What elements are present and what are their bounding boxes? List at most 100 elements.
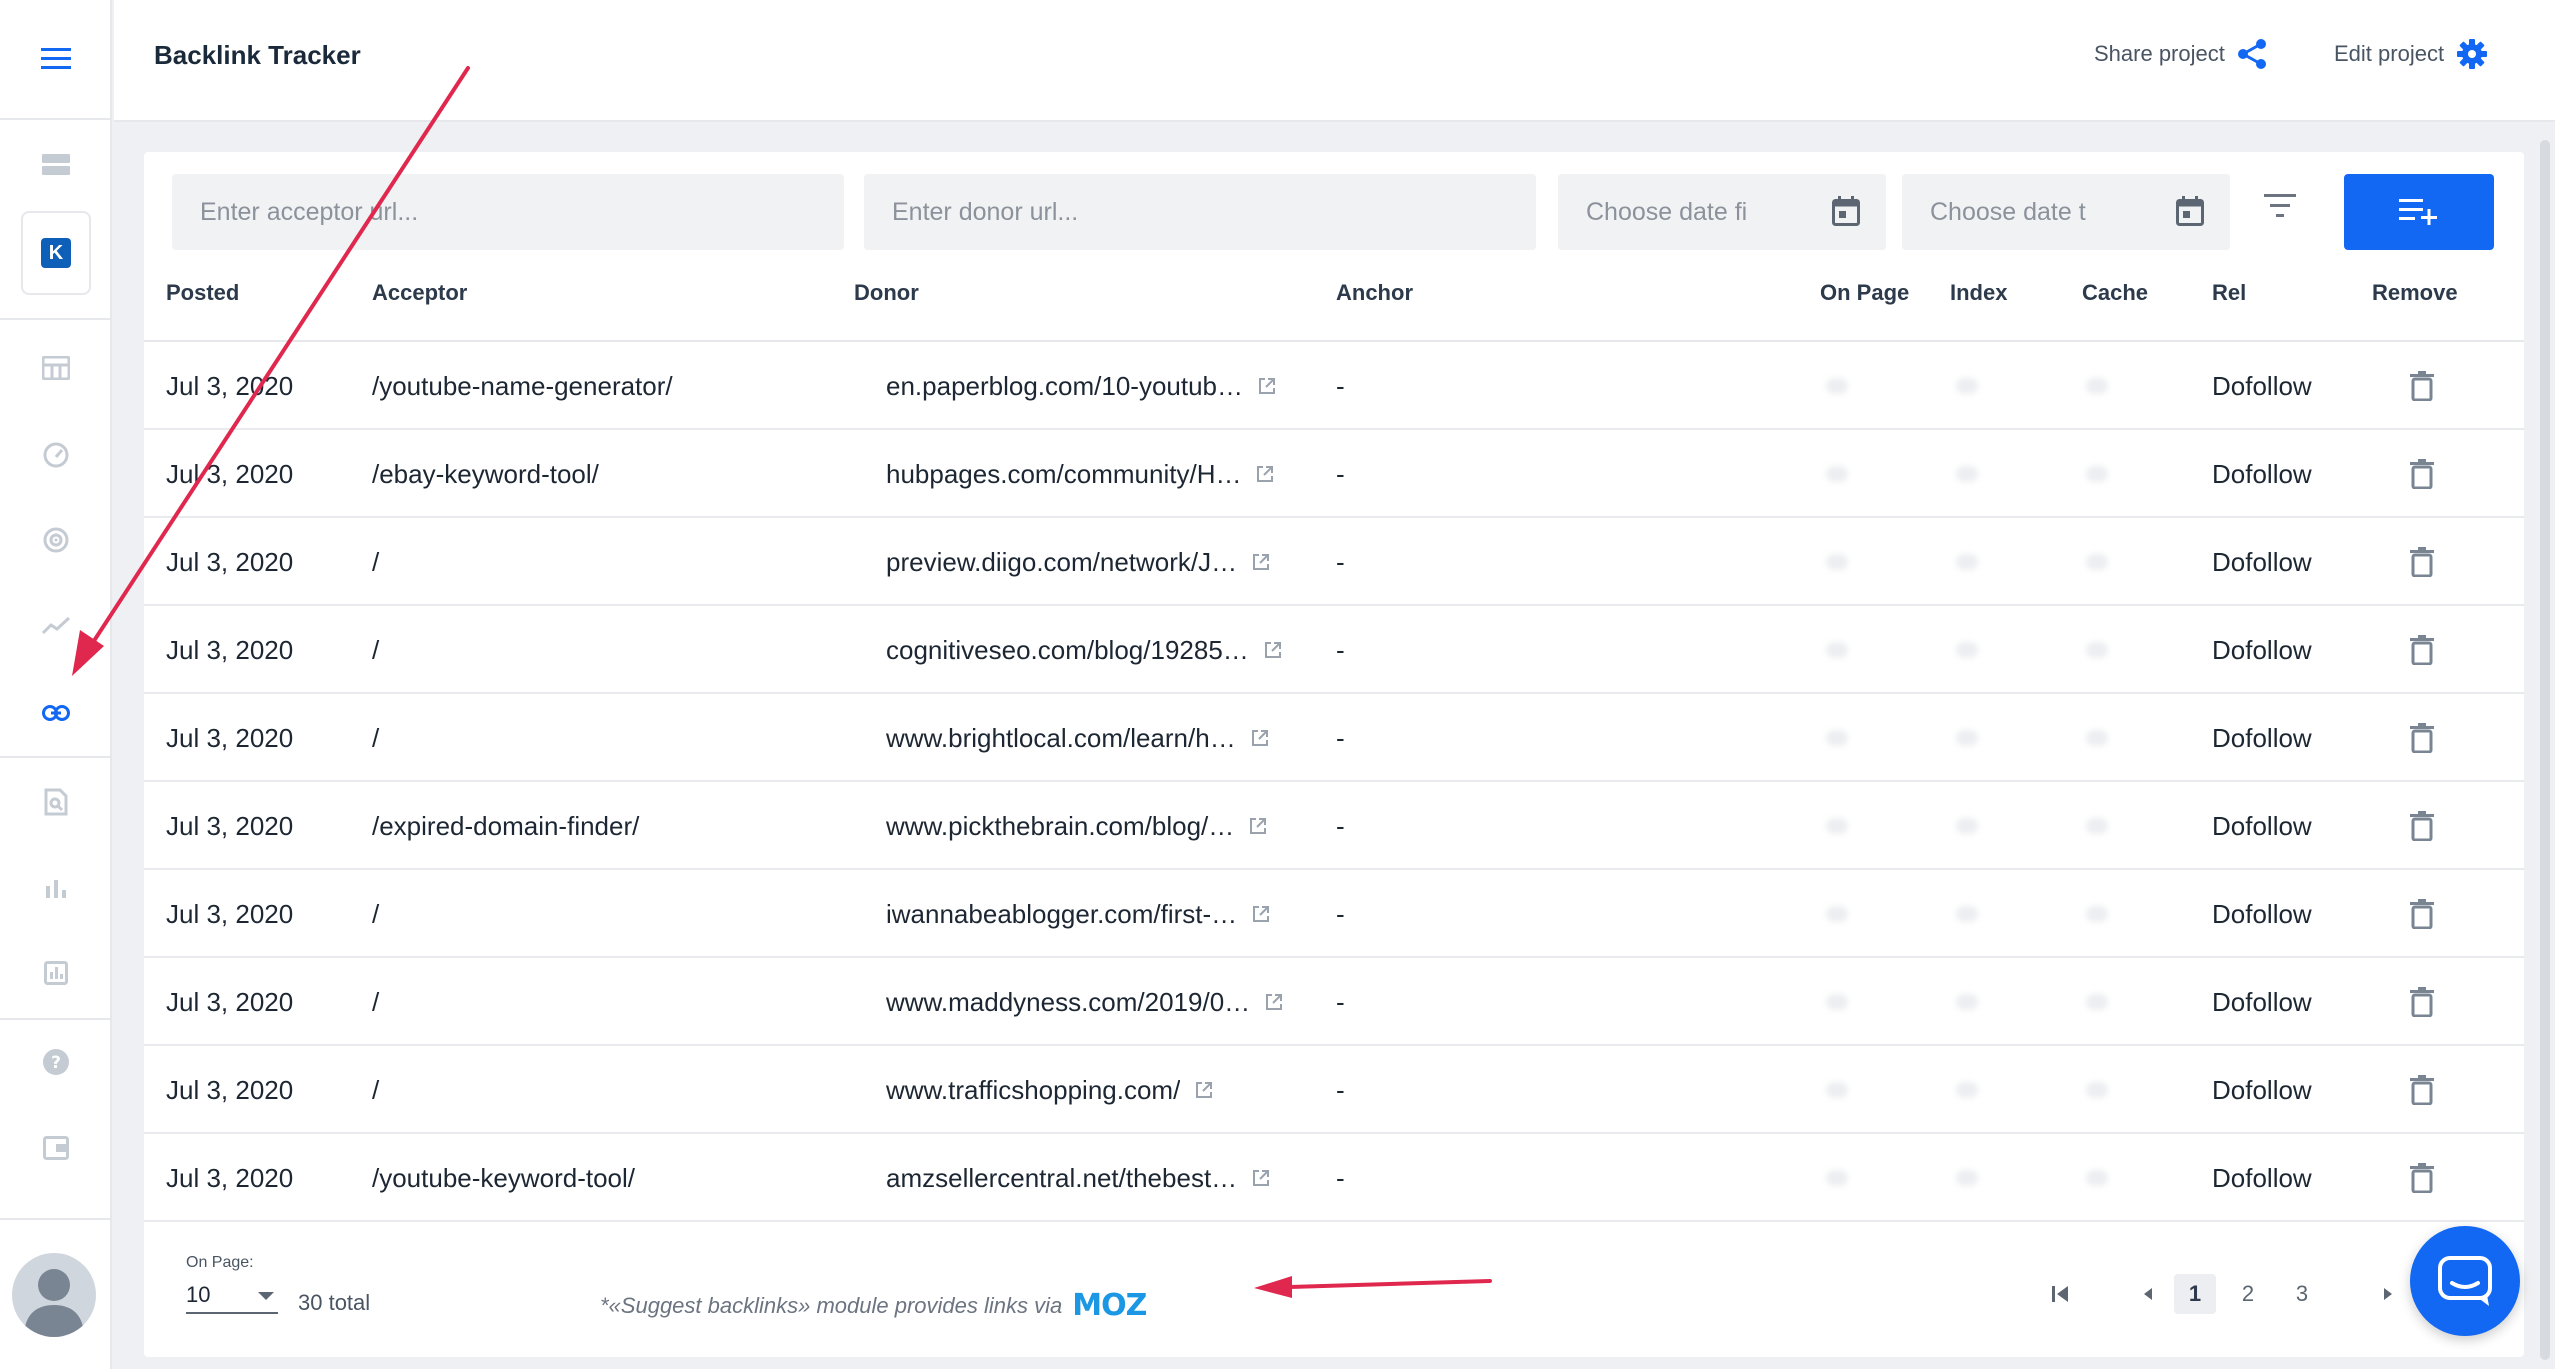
sidebar-item-dashboard[interactable] — [0, 135, 112, 195]
moz-logo[interactable]: MOZ — [1072, 1288, 1147, 1323]
external-link-icon[interactable] — [1248, 816, 1268, 836]
sidebar-item-radar[interactable] — [0, 510, 112, 570]
donor-cell[interactable]: www.pickthebrain.com/blog/… — [886, 782, 1326, 870]
sidebar-item-backlinks[interactable] — [0, 683, 112, 743]
edit-project-button[interactable]: Edit project — [2334, 38, 2488, 70]
share-project-button[interactable]: Share project — [2094, 38, 2267, 70]
column-header-anchor[interactable]: Anchor — [1336, 280, 1413, 306]
remove-button[interactable] — [2392, 430, 2452, 518]
external-link-icon[interactable] — [1264, 992, 1284, 1012]
column-header-cache[interactable]: Cache — [2082, 280, 2148, 306]
column-header-posted[interactable]: Posted — [166, 280, 239, 306]
next-page-button[interactable] — [2368, 1274, 2408, 1314]
avatar[interactable] — [12, 1253, 96, 1337]
anchor-cell: - — [1336, 986, 1345, 1017]
page-scrollbar[interactable] — [2540, 140, 2550, 1360]
column-header-index[interactable]: Index — [1950, 280, 2007, 306]
external-link-icon[interactable] — [1255, 464, 1275, 484]
donor-cell[interactable]: www.maddyness.com/2019/0… — [886, 958, 1326, 1046]
column-header-acceptor[interactable]: Acceptor — [372, 280, 467, 306]
sidebar-item-speed[interactable] — [0, 425, 112, 485]
donor-url[interactable]: www.trafficshopping.com/ — [886, 1075, 1180, 1106]
donor-cell[interactable]: www.trafficshopping.com/ — [886, 1046, 1326, 1134]
donor-cell[interactable]: cognitiveseo.com/blog/19285… — [886, 606, 1326, 694]
remove-button[interactable] — [2392, 1046, 2452, 1134]
sidebar-item-help[interactable]: ? — [0, 1032, 112, 1092]
remove-button[interactable] — [2392, 342, 2452, 430]
donor-url[interactable]: www.pickthebrain.com/blog/… — [886, 811, 1234, 842]
menu-button[interactable] — [0, 0, 112, 120]
external-link-icon[interactable] — [1194, 1080, 1214, 1100]
external-link-icon[interactable] — [1250, 728, 1270, 748]
remove-button[interactable] — [2392, 1134, 2452, 1222]
sidebar-project-switcher[interactable]: K — [0, 208, 112, 298]
add-backlink-button[interactable] — [2344, 174, 2494, 250]
acceptor-cell[interactable]: /youtube-keyword-tool/ — [372, 1134, 812, 1222]
donor-url[interactable]: www.maddyness.com/2019/0… — [886, 987, 1250, 1018]
sidebar-item-table[interactable] — [0, 338, 112, 398]
acceptor-cell[interactable]: /expired-domain-finder/ — [372, 782, 812, 870]
wallet-icon — [43, 1136, 69, 1160]
donor-url[interactable]: amzsellercentral.net/thebest… — [886, 1163, 1237, 1194]
column-header-rel[interactable]: Rel — [2212, 280, 2246, 306]
rel-cell: Dofollow — [2212, 546, 2312, 577]
donor-cell[interactable]: amzsellercentral.net/thebest… — [886, 1134, 1326, 1222]
external-link-icon[interactable] — [1251, 904, 1271, 924]
donor-url[interactable]: iwannabeablogger.com/first-… — [886, 899, 1237, 930]
remove-button[interactable] — [2392, 958, 2452, 1046]
donor-url-input[interactable]: Enter donor url... — [864, 174, 1536, 250]
remove-button[interactable] — [2392, 870, 2452, 958]
acceptor-cell[interactable]: / — [372, 606, 812, 694]
calendar-icon[interactable] — [2176, 196, 2204, 226]
donor-url[interactable]: preview.diigo.com/network/J… — [886, 547, 1237, 578]
column-header-on-page[interactable]: On Page — [1820, 280, 1909, 306]
donor-cell[interactable]: en.paperblog.com/10-youtub… — [886, 342, 1326, 430]
acceptor-cell[interactable]: /youtube-name-generator/ — [372, 342, 812, 430]
acceptor-cell[interactable]: / — [372, 958, 812, 1046]
external-link-icon[interactable] — [1251, 1168, 1271, 1188]
donor-url[interactable]: cognitiveseo.com/blog/19285… — [886, 635, 1249, 666]
donor-cell[interactable]: hubpages.com/community/H… — [886, 430, 1326, 518]
acceptor-cell[interactable]: / — [372, 1046, 812, 1134]
chat-button[interactable] — [2410, 1226, 2520, 1336]
remove-button[interactable] — [2392, 782, 2452, 870]
remove-button[interactable] — [2392, 518, 2452, 606]
first-page-button[interactable] — [2040, 1274, 2080, 1314]
date-from-input[interactable]: Choose date fi — [1558, 174, 1886, 250]
external-link-icon[interactable] — [1257, 376, 1277, 396]
page-button-3[interactable]: 3 — [2282, 1274, 2322, 1314]
date-to-input[interactable]: Choose date t — [1902, 174, 2230, 250]
external-link-icon[interactable] — [1263, 640, 1283, 660]
donor-cell[interactable]: preview.diigo.com/network/J… — [886, 518, 1326, 606]
donor-cell[interactable]: www.brightlocal.com/learn/h… — [886, 694, 1326, 782]
acceptor-url-input[interactable]: Enter acceptor url... — [172, 174, 844, 250]
column-header-donor[interactable]: Donor — [854, 280, 919, 306]
filter-button[interactable] — [2264, 194, 2296, 223]
acceptor-cell[interactable]: / — [372, 694, 812, 782]
donor-url[interactable]: en.paperblog.com/10-youtub… — [886, 371, 1243, 402]
sidebar-item-trend[interactable] — [0, 595, 112, 655]
sidebar-item-reports[interactable] — [0, 943, 112, 1003]
donor-cell[interactable]: iwannabeablogger.com/first-… — [886, 870, 1326, 958]
posted-cell: Jul 3, 2020 — [166, 810, 294, 841]
prev-page-button[interactable] — [2128, 1274, 2168, 1314]
remove-button[interactable] — [2392, 606, 2452, 694]
acceptor-cell[interactable]: /ebay-keyword-tool/ — [372, 430, 812, 518]
donor-url[interactable]: www.brightlocal.com/learn/h… — [886, 723, 1236, 754]
sidebar-item-audit[interactable] — [0, 772, 112, 832]
sidebar-divider — [0, 1218, 112, 1220]
calendar-icon[interactable] — [1832, 196, 1860, 226]
acceptor-cell[interactable]: / — [372, 518, 812, 606]
donor-url[interactable]: hubpages.com/community/H… — [886, 459, 1241, 490]
external-link-icon[interactable] — [1251, 552, 1271, 572]
page-button-1[interactable]: 1 — [2174, 1274, 2216, 1314]
acceptor-cell[interactable]: / — [372, 870, 812, 958]
sidebar-item-billing[interactable] — [0, 1118, 112, 1178]
table-row: Jul 3, 2020 / iwannabeablogger.com/first… — [144, 870, 2524, 958]
page-button-2[interactable]: 2 — [2228, 1274, 2268, 1314]
rows-per-page-select[interactable]: 10 — [186, 1278, 278, 1314]
remove-button[interactable] — [2392, 694, 2452, 782]
column-header-remove: Remove — [2372, 280, 2458, 305]
sidebar-item-stats[interactable] — [0, 858, 112, 918]
index-status — [1956, 378, 1978, 394]
